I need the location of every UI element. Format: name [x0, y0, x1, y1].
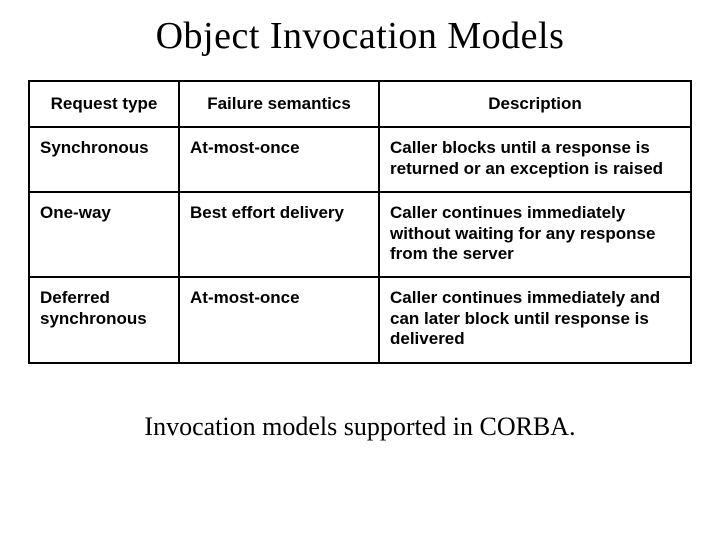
table-row: One-way Best effort delivery Caller cont… — [29, 192, 691, 277]
invocation-models-table: Request type Failure semantics Descripti… — [28, 80, 692, 364]
cell-request-type: Deferred synchronous — [29, 277, 179, 362]
table-row: Deferred synchronous At-most-once Caller… — [29, 277, 691, 362]
cell-request-type: Synchronous — [29, 127, 179, 192]
cell-request-type: One-way — [29, 192, 179, 277]
cell-failure-semantics: At-most-once — [179, 127, 379, 192]
cell-description: Caller continues immediately and can lat… — [379, 277, 691, 362]
header-request-type: Request type — [29, 81, 179, 127]
cell-failure-semantics: Best effort delivery — [179, 192, 379, 277]
table-header-row: Request type Failure semantics Descripti… — [29, 81, 691, 127]
cell-failure-semantics: At-most-once — [179, 277, 379, 362]
slide-caption: Invocation models supported in CORBA. — [0, 412, 720, 442]
cell-description: Caller blocks until a response is return… — [379, 127, 691, 192]
cell-description: Caller continues immediately without wai… — [379, 192, 691, 277]
header-description: Description — [379, 81, 691, 127]
table-row: Synchronous At-most-once Caller blocks u… — [29, 127, 691, 192]
slide: Object Invocation Models Request type Fa… — [0, 14, 720, 554]
slide-title: Object Invocation Models — [0, 14, 720, 58]
invocation-models-table-wrap: Request type Failure semantics Descripti… — [28, 80, 692, 364]
header-failure-semantics: Failure semantics — [179, 81, 379, 127]
